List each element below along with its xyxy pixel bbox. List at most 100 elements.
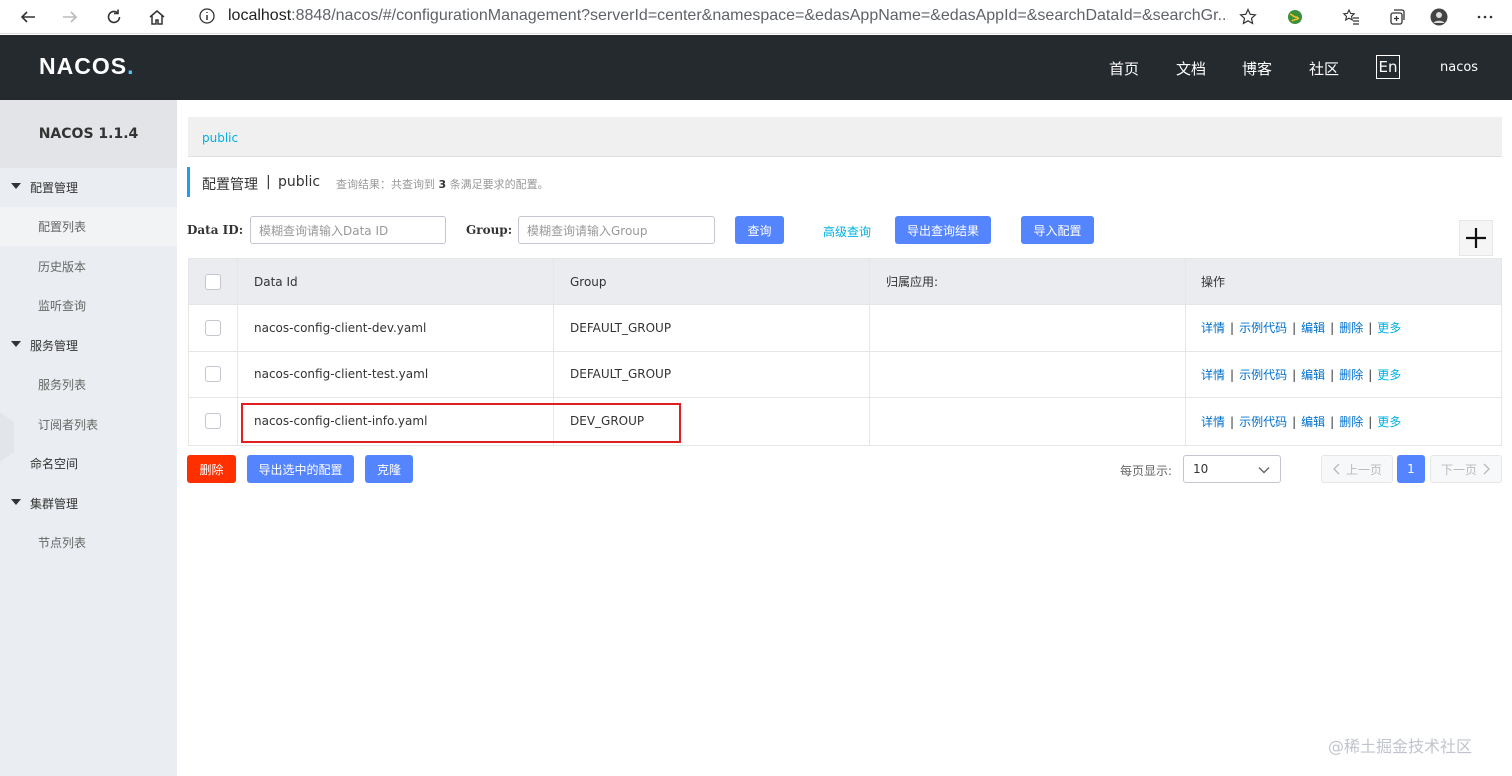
sidebar-title: NACOS 1.1.4 (0, 100, 177, 168)
sidebar-item-history[interactable]: 历史版本 (0, 247, 177, 286)
op-more-link[interactable]: 更多 (1377, 368, 1401, 382)
row-checkbox[interactable] (205, 413, 221, 430)
page-1-button[interactable]: 1 (1397, 455, 1425, 483)
op-separator: | (1292, 367, 1297, 382)
select-all-checkbox[interactable] (205, 273, 221, 290)
add-config-button[interactable] (1459, 220, 1493, 256)
nav-docs[interactable]: 文档 (1176, 58, 1206, 79)
op-edit-link[interactable]: 编辑 (1301, 368, 1325, 382)
user-menu[interactable]: nacos (1440, 60, 1478, 75)
dataid-label: Data ID: (187, 223, 244, 237)
namespace-bar: public (188, 117, 1502, 157)
op-separator: | (1368, 414, 1373, 429)
menu-group-service-management[interactable]: 服务管理 (0, 326, 177, 365)
group-label: Group: (466, 223, 513, 237)
op-edit-link[interactable]: 编辑 (1301, 321, 1325, 335)
import-config-button[interactable]: 导入配置 (1021, 216, 1094, 244)
op-sample-code-link[interactable]: 示例代码 (1239, 415, 1287, 429)
sidebar-item-service-list[interactable]: 服务列表 (0, 365, 177, 404)
op-delete-link[interactable]: 删除 (1339, 321, 1363, 335)
next-page-button[interactable]: 下一页 (1430, 455, 1502, 483)
per-page-select[interactable]: 10 (1183, 455, 1281, 483)
row-checkbox[interactable] (205, 319, 221, 336)
sidebar-item-listener-query[interactable]: 监听查询 (0, 286, 177, 325)
cell-ops: 详情 | 示例代码 | 编辑 | 删除 | 更多 (1186, 398, 1503, 445)
op-edit-link[interactable]: 编辑 (1301, 415, 1325, 429)
chevron-right-icon (1483, 463, 1490, 475)
op-more-link[interactable]: 更多 (1377, 321, 1401, 335)
op-details-link[interactable]: 详情 (1201, 321, 1225, 335)
back-icon[interactable] (15, 4, 41, 30)
sidebar-item-node-list[interactable]: 节点列表 (0, 523, 177, 562)
dataid-search-input[interactable]: 模糊查询请输入Data ID (250, 216, 446, 244)
menu-group-config-management[interactable]: 配置管理 (0, 168, 177, 207)
home-icon[interactable] (144, 4, 170, 30)
per-page-label: 每页显示: (1120, 464, 1173, 478)
delete-selected-button[interactable]: 删除 (187, 455, 236, 483)
clone-button[interactable]: 克隆 (365, 455, 413, 483)
export-results-button[interactable]: 导出查询结果 (895, 216, 991, 244)
cell-dataid: nacos-config-client-test.yaml (238, 351, 554, 397)
caret-down-icon (11, 341, 21, 347)
menu-group-label: 配置管理 (30, 181, 79, 195)
extension-globe-icon[interactable] (1282, 4, 1308, 30)
op-sample-code-link[interactable]: 示例代码 (1239, 368, 1287, 382)
menu-group-cluster-management[interactable]: 集群管理 (0, 484, 177, 523)
op-separator: | (1368, 321, 1373, 336)
cell-ops: 详情 | 示例代码 | 编辑 | 删除 | 更多 (1186, 305, 1503, 351)
nacos-logo[interactable]: NACOS. (39, 53, 134, 80)
menu-group-label: 命名空间 (30, 457, 79, 471)
sidebar: NACOS 1.1.4 配置管理 配置列表 历史版本 监听查询 服务管理 服务列… (0, 100, 177, 776)
nav-home[interactable]: 首页 (1109, 58, 1139, 79)
caret-down-icon (11, 499, 21, 505)
row-checkbox[interactable] (205, 366, 221, 383)
op-separator: | (1330, 321, 1335, 336)
op-delete-link[interactable]: 删除 (1339, 415, 1363, 429)
favorites-icon[interactable] (1338, 4, 1364, 30)
page-title: 配置管理 (202, 177, 258, 193)
sidebar-item-subscribers[interactable]: 订阅者列表 (0, 405, 177, 444)
plus-icon (1466, 228, 1486, 248)
forward-icon[interactable] (57, 4, 83, 30)
namespace-link-public[interactable]: public (202, 131, 238, 145)
op-details-link[interactable]: 详情 (1201, 368, 1225, 382)
op-separator: | (1292, 321, 1297, 336)
sidebar-item-label: 监听查询 (38, 299, 87, 313)
sidebar-item-label: 配置列表 (38, 220, 87, 234)
nav-community[interactable]: 社区 (1309, 58, 1339, 79)
op-more-link[interactable]: 更多 (1377, 415, 1401, 429)
advanced-query-link[interactable]: 高级查询 (823, 223, 871, 240)
query-button[interactable]: 查询 (735, 216, 784, 244)
address-bar[interactable]: localhost:8848/nacos/#/configurationMana… (186, 2, 1266, 30)
cell-group: DEFAULT_GROUP (554, 351, 870, 397)
op-separator: | (1368, 367, 1373, 382)
page-heading: 配置管理 | public (187, 167, 320, 197)
group-search-input[interactable]: 模糊查询请输入Group (518, 216, 715, 244)
prev-page-button[interactable]: 上一页 (1321, 455, 1393, 483)
header-checkbox-cell (189, 259, 238, 304)
op-sample-code-link[interactable]: 示例代码 (1239, 321, 1287, 335)
export-selected-button[interactable]: 导出选中的配置 (247, 455, 354, 483)
caret-down-icon (11, 183, 21, 189)
sidebar-item-namespace[interactable]: 命名空间 (0, 444, 177, 483)
sidebar-item-label: 历史版本 (38, 260, 87, 274)
query-result-text: 查询结果：共查询到 3 条满足要求的配置。 (336, 178, 549, 191)
collections-icon[interactable] (1384, 4, 1410, 30)
refresh-icon[interactable] (101, 4, 127, 30)
language-switch[interactable]: En (1376, 55, 1400, 79)
nav-blog[interactable]: 博客 (1242, 58, 1272, 79)
app-header: NACOS. 首页 文档 博客 社区 En nacos (0, 35, 1512, 100)
cell-dataid: nacos-config-client-info.yaml (238, 398, 554, 445)
info-icon[interactable] (198, 7, 216, 28)
sidebar-item-config-list[interactable]: 配置列表 (0, 207, 177, 246)
op-separator: | (1330, 414, 1335, 429)
more-icon[interactable] (1472, 4, 1498, 30)
cell-app (870, 398, 1186, 445)
star-icon[interactable] (1235, 4, 1261, 30)
dataid-placeholder: 模糊查询请输入Data ID (259, 223, 389, 238)
op-delete-link[interactable]: 删除 (1339, 368, 1363, 382)
config-table: Data Id Group 归属应用: 操作 nacos-config-clie… (188, 258, 1502, 446)
profile-avatar-icon[interactable] (1426, 4, 1452, 30)
op-details-link[interactable]: 详情 (1201, 415, 1225, 429)
cell-dataid: nacos-config-client-dev.yaml (238, 305, 554, 351)
